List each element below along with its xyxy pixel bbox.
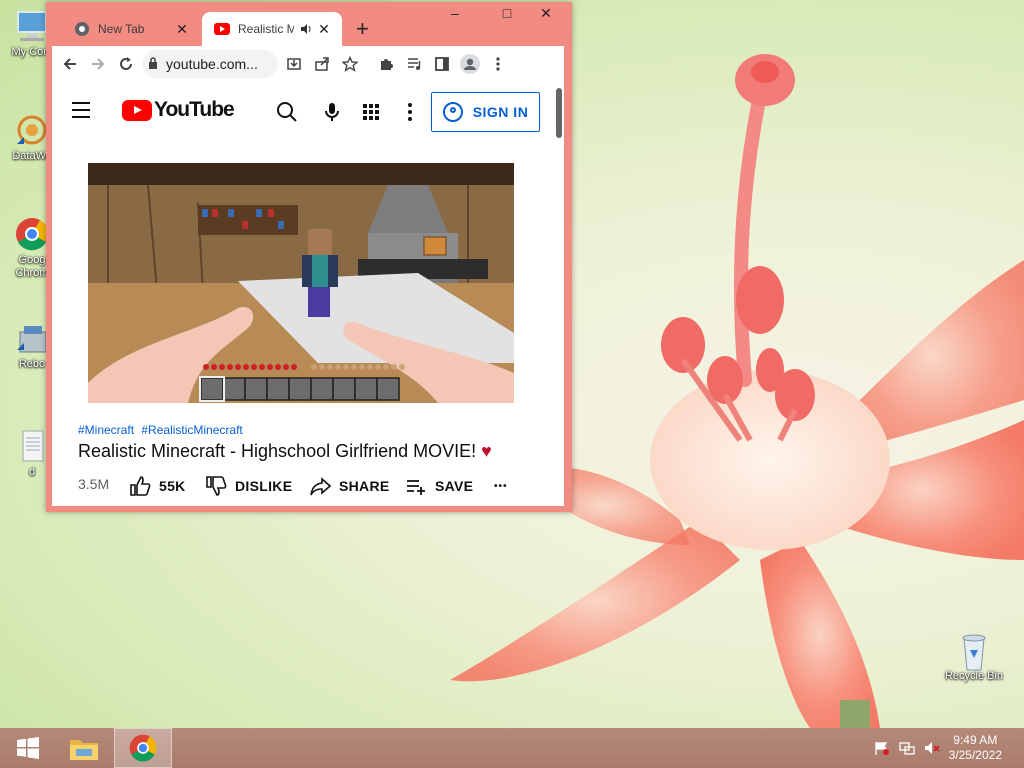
system-clock[interactable]: 9:49 AM 3/25/2022 (949, 733, 1002, 763)
chrome-icon (129, 734, 157, 762)
tab-close-icon[interactable]: ✕ (174, 21, 190, 37)
reload-icon[interactable] (112, 50, 140, 78)
forward-icon[interactable] (84, 50, 112, 78)
profile-icon[interactable] (456, 50, 484, 78)
desktop-icon-recycle-bin[interactable]: Recycle Bin (942, 632, 1006, 683)
install-icon[interactable] (280, 50, 308, 78)
taskbar: 9:49 AM 3/25/2022 (0, 728, 1024, 768)
volume-muted-icon[interactable] (924, 741, 940, 755)
maximize-button[interactable]: □ (490, 2, 524, 24)
youtube-logo[interactable]: YouTube (122, 98, 235, 122)
heart-emoji: ♥ (481, 441, 492, 461)
new-tab-button[interactable]: + (356, 16, 369, 42)
view-count: 3.5M (78, 476, 110, 492)
video-title: Realistic Minecraft - Highschool Girlfri… (78, 441, 492, 461)
tab-title: Realistic M (238, 22, 294, 36)
reboot-icon (14, 320, 50, 356)
text-file-icon (14, 428, 50, 464)
network-icon[interactable] (899, 741, 915, 755)
speaker-icon[interactable] (300, 23, 312, 35)
youtube-icon (214, 23, 230, 35)
datawave-icon (14, 112, 50, 148)
sign-in-button[interactable]: SIGN IN (431, 92, 540, 132)
back-icon[interactable] (56, 50, 84, 78)
action-center-flag-icon[interactable] (874, 741, 890, 755)
search-icon[interactable] (275, 100, 299, 124)
extensions-icon[interactable] (372, 50, 400, 78)
hashtag-link[interactable]: #Minecraft (78, 423, 134, 437)
close-window-button[interactable]: ✕ (524, 2, 568, 24)
hashtag-link[interactable]: #RealisticMinecraft (141, 423, 242, 437)
clock-time: 9:49 AM (953, 733, 998, 747)
tab-title: New Tab (98, 22, 145, 36)
start-button[interactable] (0, 728, 56, 768)
video-actions-bar: 3.5M 55K DISLIKE SHARE SAVE ••• (78, 474, 558, 498)
youtube-header: YouTube SIGN IN (52, 82, 556, 140)
more-actions-button[interactable]: ••• (494, 474, 508, 498)
browser-toolbar: youtube.com... (52, 46, 564, 82)
share-arrow-icon (310, 477, 331, 496)
recycle-bin-icon (956, 632, 992, 671)
chrome-icon (14, 216, 50, 252)
share-button[interactable]: SHARE (309, 474, 390, 498)
playlist-add-icon (407, 480, 425, 495)
apps-grid-icon[interactable] (359, 100, 383, 124)
scrollbar[interactable] (556, 88, 562, 138)
browser-menu-icon[interactable] (484, 50, 512, 78)
computer-icon (14, 8, 50, 44)
minimize-button[interactable]: – (438, 2, 472, 24)
page-viewport[interactable]: YouTube SIGN IN #Minecraft #RealisticMin… (52, 82, 564, 506)
media-icon[interactable] (400, 50, 428, 78)
url-text: youtube.com... (166, 56, 258, 72)
tab-close-icon[interactable]: ✕ (316, 21, 332, 37)
taskbar-file-explorer[interactable] (56, 728, 112, 768)
sidepanel-icon[interactable] (428, 50, 456, 78)
video-player[interactable] (88, 163, 514, 403)
hamburger-menu-icon[interactable] (72, 102, 90, 123)
tab-new-tab[interactable]: New Tab ✕ (60, 12, 200, 46)
chrome-window[interactable]: New Tab ✕ Realistic M ✕ + – □ ✕ youtube.… (46, 2, 572, 512)
settings-more-icon[interactable] (398, 100, 422, 124)
thumbs-up-icon (130, 476, 151, 496)
star-icon[interactable] (336, 50, 364, 78)
save-button[interactable]: SAVE (405, 474, 473, 498)
tab-youtube[interactable]: Realistic M ✕ (202, 12, 342, 46)
youtube-play-icon (122, 99, 152, 121)
taskbar-chrome[interactable] (114, 728, 172, 768)
share-icon[interactable] (308, 50, 336, 78)
lock-icon[interactable] (148, 56, 158, 72)
account-icon (442, 102, 463, 122)
like-button[interactable]: 55K (129, 474, 186, 498)
dislike-button[interactable]: DISLIKE (205, 474, 292, 498)
clock-date: 3/25/2022 (948, 748, 1002, 762)
chrome-icon (74, 21, 90, 37)
microphone-icon[interactable] (320, 100, 344, 124)
address-bar[interactable]: youtube.com... (142, 50, 278, 78)
tab-strip: New Tab ✕ Realistic M ✕ + – □ ✕ (46, 2, 572, 46)
file-explorer-icon (70, 740, 98, 760)
windows-start-icon (17, 737, 39, 759)
thumbs-down-icon (206, 476, 227, 496)
hashtags: #Minecraft #RealisticMinecraft (78, 423, 247, 437)
